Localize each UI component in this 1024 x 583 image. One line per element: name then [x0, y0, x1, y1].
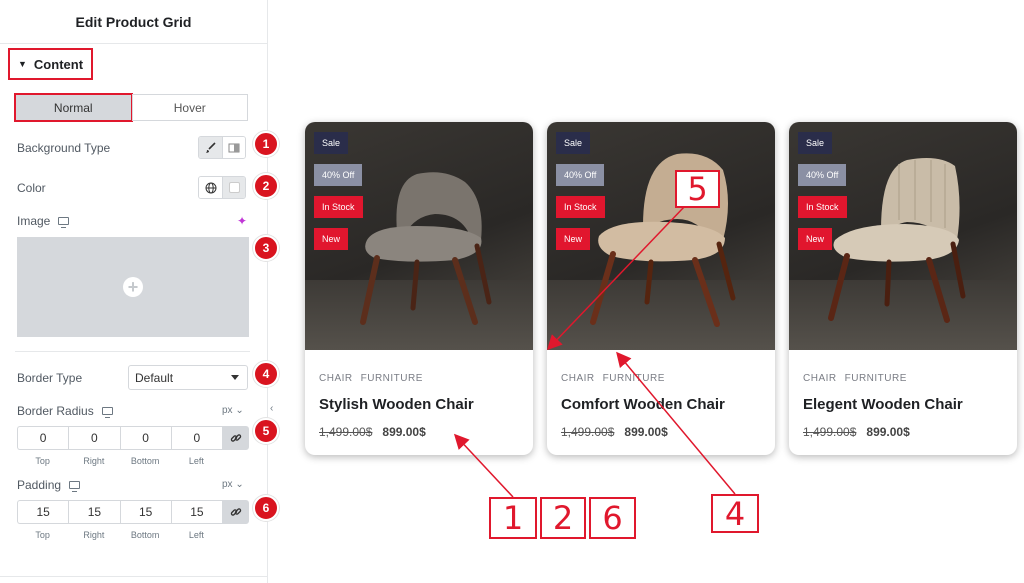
- arrow-to-card: [453, 433, 514, 498]
- arrow-to-image-edge: [616, 351, 736, 495]
- annotation-box-6: 6: [589, 497, 636, 539]
- arrow-to-corner: [546, 205, 686, 351]
- annotation-arrows: [453, 205, 736, 498]
- annotation-box-4: 4: [711, 494, 759, 533]
- annotation-box-2: 2: [540, 497, 586, 539]
- screenshot-root: Edit Product Grid ▼ Content Normal Hover…: [0, 0, 1024, 583]
- annotation-box-1: 1: [489, 497, 537, 539]
- annotation-box-5: 5: [675, 170, 720, 208]
